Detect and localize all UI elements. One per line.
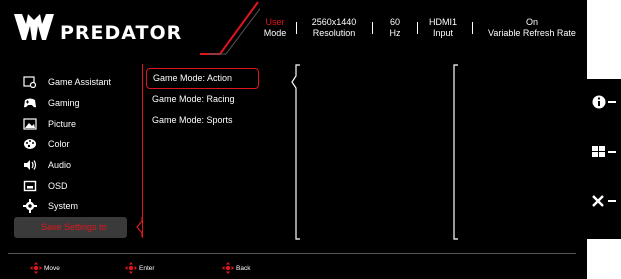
menu-item-label: System — [48, 201, 79, 212]
menu-item-label: OSD — [48, 180, 68, 191]
status-divider — [472, 22, 473, 34]
game-assistant-icon — [22, 75, 38, 89]
info-button[interactable] — [587, 92, 621, 112]
palette-icon — [22, 137, 38, 151]
status-mode-label: Mode — [263, 28, 287, 38]
input-source-button[interactable] — [587, 142, 621, 162]
header-bar: PREDATOR User Mode 2560x1440 Resolution … — [0, 0, 587, 56]
info-icon — [592, 95, 616, 109]
status-resolution: 2560x1440 Resolution — [302, 17, 366, 39]
footer-back-label: Back — [236, 264, 251, 272]
gamepad-icon — [22, 96, 38, 110]
side-button-panel — [587, 79, 621, 239]
menu-item-osd[interactable]: OSD — [22, 175, 132, 196]
menu-item-label: Game Assistant — [48, 77, 112, 88]
footer-enter: Enter — [125, 262, 155, 274]
main-menu: Game Assistant Gaming Picture Color Audi… — [14, 72, 132, 238]
brand-name: PREDATOR — [60, 22, 183, 44]
status-vrr-value: On — [525, 17, 538, 27]
status-divider — [372, 22, 373, 34]
menu-item-save-settings[interactable]: Save Settings to — [14, 216, 127, 238]
predator-logo-icon — [14, 14, 54, 40]
close-icon — [592, 195, 616, 207]
status-refresh: 60 Hz — [380, 17, 410, 39]
dpad-icon — [125, 262, 137, 274]
picture-icon — [22, 117, 38, 131]
column-bracket-right — [453, 64, 458, 240]
footer-move: Move — [30, 262, 60, 274]
menu-item-system[interactable]: System — [22, 196, 132, 217]
column-bracket-left — [291, 64, 300, 240]
dpad-icon — [30, 262, 42, 274]
status-vrr-label: Variable Refresh Rate — [488, 28, 576, 38]
submenu-item-racing[interactable]: Game Mode: Racing — [146, 89, 257, 110]
menu-item-label: Picture — [48, 118, 77, 129]
menu-item-label: Audio — [48, 160, 72, 171]
menu-item-audio[interactable]: Audio — [22, 155, 132, 176]
footer-enter-label: Enter — [139, 264, 155, 272]
menu-item-color[interactable]: Color — [22, 134, 132, 155]
status-input-value: HDMI1 — [428, 17, 457, 27]
input-source-icon — [592, 146, 616, 157]
submenu-item-sports[interactable]: Game Mode: Sports — [146, 110, 257, 131]
menu-item-gaming[interactable]: Gaming — [22, 93, 132, 114]
status-mode-value: User — [265, 17, 285, 27]
menu-item-game-assistant[interactable]: Game Assistant — [22, 72, 132, 93]
status-divider — [296, 22, 297, 34]
status-refresh-label: Hz — [389, 28, 401, 38]
osd-panel: PREDATOR User Mode 2560x1440 Resolution … — [0, 0, 587, 279]
menu-item-picture[interactable]: Picture — [22, 113, 132, 134]
status-input: HDMI1 Input — [424, 17, 462, 39]
gear-icon — [22, 199, 38, 214]
footer-move-label: Move — [44, 264, 60, 272]
dpad-icon — [222, 262, 234, 274]
menu-item-label: Color — [48, 139, 70, 150]
status-divider — [417, 22, 418, 34]
status-input-label: Input — [432, 28, 454, 38]
header-divider-slash — [200, 1, 260, 55]
menu-item-label: Save Settings to — [41, 222, 107, 233]
submenu-item-action[interactable]: Game Mode: Action — [146, 68, 259, 89]
submenu-left-rule — [142, 64, 143, 238]
osd-icon — [22, 179, 38, 193]
close-button[interactable] — [587, 191, 621, 211]
speaker-icon — [22, 158, 38, 172]
status-resolution-value: 2560x1440 — [311, 17, 357, 27]
status-resolution-label: Resolution — [312, 28, 356, 38]
footer-back: Back — [222, 262, 250, 274]
status-vrr: On Variable Refresh Rate — [484, 17, 580, 39]
status-mode: User Mode — [258, 17, 292, 39]
menu-item-label: Gaming — [48, 98, 80, 109]
status-refresh-value: 60 — [389, 17, 400, 27]
footer-divider — [8, 253, 576, 254]
submenu-list: Game Mode: Action Game Mode: Racing Game… — [146, 68, 259, 131]
